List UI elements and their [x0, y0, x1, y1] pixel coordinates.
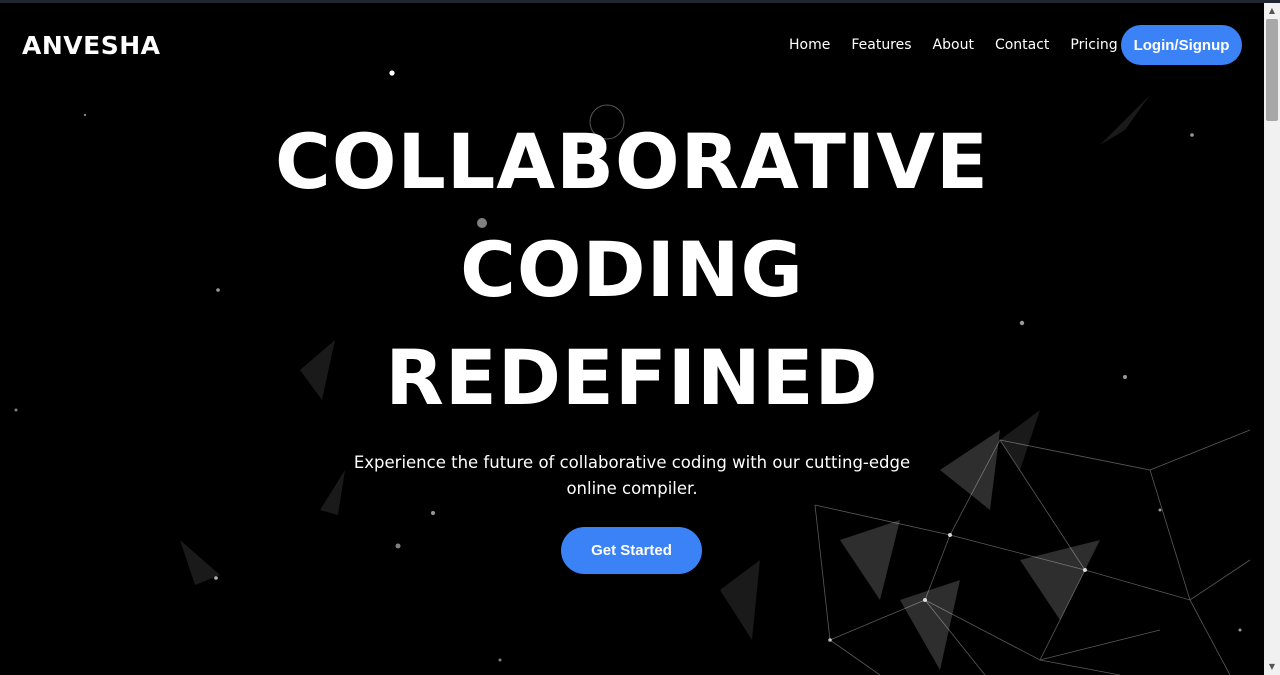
nav-link-home[interactable]: Home [789, 37, 830, 53]
navbar: ANVESHA Home Features About Contact Pric… [0, 3, 1264, 87]
scroll-down-icon[interactable]: ▼ [1264, 660, 1280, 674]
nav-link-features[interactable]: Features [851, 37, 911, 53]
get-started-button[interactable]: Get Started [561, 527, 702, 574]
scroll-up-icon[interactable]: ▲ [1264, 4, 1280, 18]
hero-subtitle: Experience the future of collaborative c… [353, 453, 911, 498]
nav-link-pricing[interactable]: Pricing [1070, 37, 1117, 53]
nav-link-about[interactable]: About [933, 37, 974, 53]
hero-title: COLLABORATIVE CODING REDEFINED [0, 108, 1264, 432]
hero-title-line: CODING [460, 225, 804, 314]
nav-link-contact[interactable]: Contact [995, 37, 1049, 53]
scrollbar-thumb[interactable] [1266, 19, 1278, 121]
hero-title-line: REDEFINED [385, 333, 879, 422]
nav-links: Home Features About Contact Pricing [789, 37, 1139, 53]
page: ANVESHA Home Features About Contact Pric… [0, 0, 1280, 675]
brand-logo[interactable]: ANVESHA [22, 31, 160, 60]
scrollbar[interactable]: ▲ ▼ [1264, 3, 1280, 675]
login-signup-button[interactable]: Login/Signup [1121, 25, 1242, 65]
hero-title-line: COLLABORATIVE [275, 117, 989, 206]
